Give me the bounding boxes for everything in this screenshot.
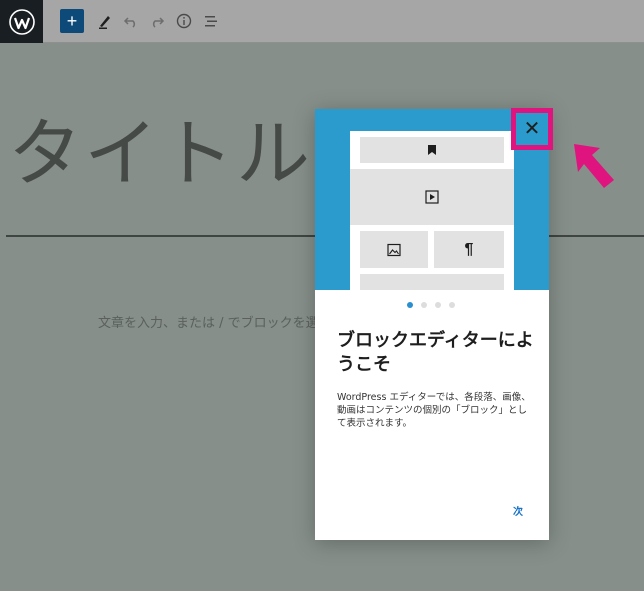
image-icon [387, 243, 401, 256]
image-block [360, 231, 428, 268]
bookmark-icon [428, 145, 436, 155]
pointer-arrow-icon [574, 144, 614, 188]
post-body-input[interactable]: 文章を入力、または / でブロックを選択 [98, 312, 332, 331]
page-dot[interactable] [449, 302, 455, 308]
add-block-button[interactable]: + [60, 9, 84, 33]
bookmark-block [360, 137, 504, 163]
redo-icon[interactable] [148, 9, 166, 33]
next-button[interactable]: 次 [513, 503, 523, 518]
edit-pen-icon[interactable] [96, 9, 114, 33]
generic-block [360, 274, 504, 290]
page-dot[interactable] [407, 302, 413, 308]
welcome-guide-description: WordPress エディターでは、各段落、画像、動画はコンテンツの個別の「ブロ… [337, 392, 531, 429]
list-view-icon[interactable] [202, 9, 220, 33]
video-block [350, 169, 514, 225]
page-indicator [407, 302, 455, 308]
page-dot[interactable] [421, 302, 427, 308]
info-icon[interactable] [175, 9, 193, 33]
play-icon [425, 190, 439, 204]
close-button[interactable]: ✕ [511, 108, 553, 150]
paragraph-block: ¶ [434, 231, 504, 268]
wordpress-logo-icon[interactable] [0, 0, 43, 43]
editor-toolbar: + [0, 0, 644, 43]
welcome-guide-heading: ブロックエディターにようこそ [337, 330, 534, 375]
welcome-guide-modal: ¶ ブロックエディターにようこそ WordPress エディターでは、各段落、画… [315, 109, 549, 540]
paragraph-icon: ¶ [464, 240, 474, 258]
page-dot[interactable] [435, 302, 441, 308]
editor-mock-page: ¶ [350, 131, 514, 290]
close-icon: ✕ [523, 118, 541, 140]
undo-icon[interactable] [122, 9, 140, 33]
